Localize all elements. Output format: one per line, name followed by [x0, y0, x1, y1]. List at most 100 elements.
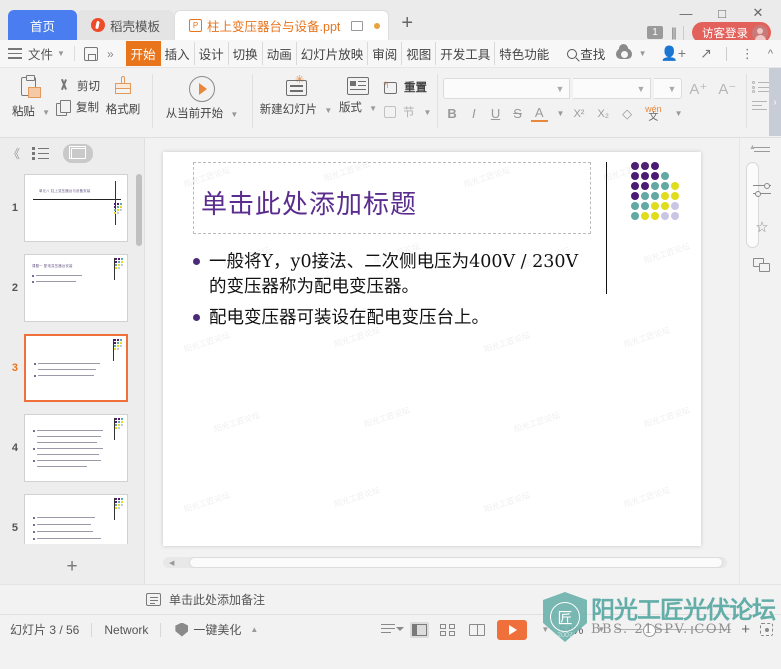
ribbon-tab-review[interactable]: 审阅 [368, 42, 403, 65]
outline-view-icon[interactable] [32, 146, 50, 160]
network-status-label[interactable]: Network [92, 623, 160, 637]
more-lines-icon[interactable] [753, 144, 771, 160]
new-tab-button[interactable]: + [389, 8, 425, 40]
cut-button[interactable]: 剪切 [56, 78, 100, 94]
file-menu-button[interactable]: 文件 ▼ [28, 44, 65, 63]
pinyin-guide-button[interactable]: wén 文 [641, 105, 666, 123]
ribbon-tab-devtools[interactable]: 开发工具 [436, 42, 496, 65]
align-left-icon[interactable] [752, 101, 768, 112]
duplicate-shapes-icon[interactable] [753, 258, 771, 274]
copy-button[interactable]: 复制 [56, 99, 100, 116]
new-slide-label: 新建幻灯片 [259, 104, 318, 116]
fit-window-icon[interactable] [760, 623, 773, 636]
slide-canvas[interactable]: 单击此处添加标题 一般将Y，y0接法、二次侧电压为400V / 230V的变压器… [163, 152, 701, 546]
thumbnail-scrollbar[interactable] [136, 174, 142, 246]
slide-sorter-icon[interactable] [63, 143, 94, 163]
chevron-down-icon[interactable]: ▼ [675, 109, 683, 118]
collapse-pane-icon[interactable]: 《 [8, 145, 20, 162]
ribbon-tab-transition[interactable]: 切换 [229, 42, 263, 65]
chevron-down-icon[interactable]: ▼ [557, 109, 565, 118]
format-painter-button[interactable]: 格式刷 [100, 72, 146, 117]
save-icon[interactable] [83, 46, 98, 61]
thumbnail-preview[interactable]: 单元八 柱上变压器台与设备安装 [24, 174, 128, 242]
tab-home[interactable]: 首页 [8, 10, 78, 40]
ribbon-tab-animation[interactable]: 动画 [263, 42, 297, 65]
font-color-button[interactable]: A [530, 105, 548, 122]
ribbon-tab-features[interactable]: 特色功能 [495, 42, 553, 65]
grow-font-button[interactable]: A⁺ [685, 80, 711, 98]
cloud-sync-button[interactable]: ▼ [615, 44, 646, 59]
thumbnail-item[interactable]: 4 [0, 408, 144, 488]
slide-body[interactable]: 一般将Y，y0接法、二次侧电压为400V / 230V的变压器称为配电变压器。 … [193, 250, 581, 337]
underline-button[interactable]: U [487, 106, 504, 121]
tab-document[interactable]: P 柱上变压器台与设备.ppt [174, 10, 390, 40]
zoom-in-button[interactable]: + [741, 621, 750, 638]
notes-bar[interactable]: 单击此处添加备注 [0, 584, 781, 614]
slide-sorter-icon[interactable] [439, 622, 458, 638]
thumbnail-item[interactable]: 1 单元八 柱上变压器台与设备安装 [0, 168, 144, 248]
font-extra-select[interactable]: ▼ [654, 78, 683, 99]
paste-button[interactable]: 粘贴 ▼ [6, 72, 56, 119]
zoom-slider[interactable] [615, 623, 732, 637]
add-slide-button[interactable]: + [0, 556, 144, 578]
close-button[interactable]: ✕ [741, 2, 775, 24]
minimize-button[interactable]: — [669, 2, 703, 24]
scroll-left-arrow-icon[interactable]: ◀ [169, 559, 174, 567]
shrink-font-button[interactable]: A⁻ [714, 80, 740, 98]
ribbon-tab-view[interactable]: 视图 [402, 42, 437, 65]
ribbon-tab-slideshow[interactable]: 幻灯片放映 [297, 42, 369, 65]
font-name-select[interactable]: ▼ [443, 78, 571, 99]
section-button[interactable]: 节 ▼ [382, 104, 431, 120]
normal-view-icon[interactable] [410, 621, 430, 638]
play-button[interactable] [497, 619, 528, 640]
start-from-current-button[interactable]: 从当前开始 ▼ [158, 72, 246, 121]
chevron-down-icon[interactable]: ▼ [541, 625, 549, 634]
thumbnail-preview[interactable]: 课题一 配电变压器台安装 [24, 254, 128, 322]
thumbnail-preview[interactable] [24, 334, 128, 402]
scrollbar-thumb[interactable] [189, 557, 723, 568]
beautify-button[interactable]: 一键美化 ▲ [161, 621, 258, 638]
horizontal-scrollbar[interactable]: ◀ [163, 557, 727, 568]
superscript-button[interactable]: X² [569, 108, 588, 120]
adjust-sliders-icon[interactable] [753, 182, 771, 198]
panel-bars-icon[interactable]: ||| [671, 25, 677, 40]
ribbon-tab-start[interactable]: 开始 [125, 41, 161, 66]
reading-layout-icon[interactable] [381, 622, 405, 638]
slide-title[interactable]: 单击此处添加标题 [201, 184, 417, 221]
italic-button[interactable]: I [466, 106, 482, 121]
thumbnail-preview[interactable] [24, 414, 128, 482]
more-commands-icon[interactable]: » [107, 47, 114, 61]
subscript-button[interactable]: X₂ [593, 108, 613, 120]
ribbon-tab-design[interactable]: 设计 [195, 42, 229, 65]
ribbon-group-font: ▼ ▼ ▼ A⁺ A⁻ B I U S A ▼ X² X₂ ◇ wén 文 ▼ [437, 68, 746, 136]
thumbnail-item[interactable]: 2 课题一 配电变压器台安装 [0, 248, 144, 328]
new-slide-button[interactable]: ✳ 新建幻灯片 ▼ [258, 72, 334, 117]
tab-templates[interactable]: 稻壳模板 [77, 10, 175, 40]
thumbnail-preview[interactable] [24, 494, 128, 544]
animation-star-icon[interactable]: ☆ [753, 220, 771, 236]
zoom-level-label[interactable]: 54% [559, 623, 583, 637]
reset-button[interactable]: ↰ 重置 [382, 79, 431, 95]
bullet-list-icon[interactable] [752, 81, 770, 93]
bold-button[interactable]: B [443, 106, 460, 121]
clear-format-icon[interactable]: ◇ [618, 106, 636, 122]
font-size-select[interactable]: ▼ [573, 78, 652, 99]
present-monitor-icon[interactable] [351, 20, 364, 31]
share-icon[interactable]: ↗ [700, 45, 712, 62]
ribbon-tab-insert[interactable]: 插入 [161, 42, 195, 65]
strikethrough-button[interactable]: S [509, 106, 526, 121]
ribbon-expand-button[interactable]: › [769, 68, 781, 136]
chevron-down-icon[interactable]: ▼ [597, 625, 605, 634]
layout-button[interactable]: 版式 ▼ [334, 72, 382, 115]
menu-icon[interactable] [8, 48, 22, 59]
notify-count-badge[interactable]: 1 [647, 26, 663, 39]
tab-strip: 首页 稻壳模板 P 柱上变压器台与设备.ppt + [0, 0, 425, 40]
thumbnail-item[interactable]: 3 [0, 328, 144, 408]
thumbnail-item[interactable]: 5 [0, 488, 144, 544]
more-vert-icon[interactable]: ⋮ [741, 46, 754, 62]
add-user-icon[interactable]: 👤+ [660, 45, 686, 62]
reading-view-icon[interactable] [468, 622, 487, 638]
collapse-ribbon-icon[interactable]: ^ [768, 48, 773, 60]
find-button[interactable]: 查找 [567, 44, 605, 63]
maximize-button[interactable]: □ [705, 2, 739, 24]
